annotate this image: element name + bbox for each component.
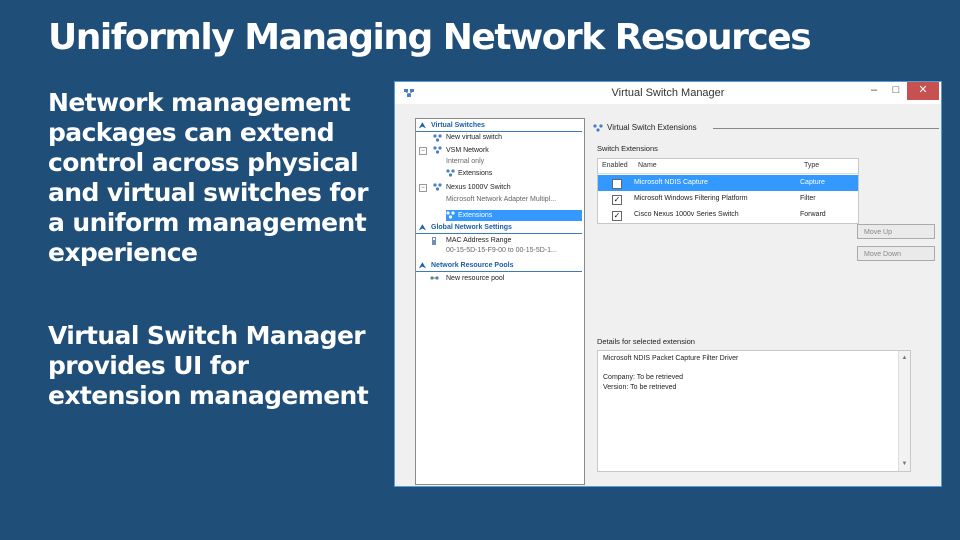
extension-type: Forward — [800, 211, 826, 218]
move-up-button[interactable]: Move Up — [857, 224, 935, 239]
network-adapter-icon — [432, 237, 436, 245]
switch-extensions-label: Switch Extensions — [597, 144, 658, 153]
virtual-switches-section[interactable]: ⮝ Virtual Switches — [416, 121, 582, 132]
scroll-up-arrow-icon[interactable]: ▲ — [899, 353, 910, 363]
extension-icon — [446, 169, 455, 177]
enabled-checkbox[interactable]: ✓ — [612, 195, 622, 205]
extension-type: Filter — [800, 195, 816, 202]
details-version: Version: To be retrieved — [603, 384, 677, 391]
expand-toggle-icon[interactable]: − — [419, 184, 427, 192]
panel-header: Virtual Switch Extensions — [607, 123, 697, 132]
extensions-table: Enabled Name Type Microsoft NDIS Capture… — [597, 158, 859, 224]
header-divider — [713, 128, 939, 129]
enabled-checkbox[interactable] — [612, 179, 622, 189]
tree-mac-range-value: 00-15-5D-15-F9-00 to 00-15-5D-1... — [446, 247, 557, 254]
tree-vsm-extensions[interactable]: Extensions — [458, 169, 492, 178]
switch-icon — [433, 134, 442, 142]
tree-new-virtual-switch[interactable]: New virtual switch — [446, 133, 502, 142]
details-company: Company: To be retrieved — [603, 374, 684, 381]
enabled-checkbox[interactable]: ✓ — [612, 211, 622, 221]
bullet-virtual-switch-manager: Virtual Switch Manager provides UI for e… — [48, 321, 369, 410]
column-type[interactable]: Type — [804, 159, 819, 173]
network-resource-pools-section[interactable]: ⮝ Network Resource Pools — [416, 261, 582, 272]
collapse-arrow-icon: ⮝ — [419, 121, 426, 130]
slide-title: Uniformly Managing Network Resources — [48, 17, 812, 58]
extension-type: Capture — [800, 179, 825, 186]
table-row[interactable]: Microsoft NDIS Capture Capture — [598, 175, 858, 191]
bullet-network-management: Network management packages can extend c… — [48, 88, 369, 267]
global-network-settings-section[interactable]: ⮝ Global Network Settings — [416, 223, 582, 234]
extensions-table-header: Enabled Name Type — [598, 159, 858, 174]
maximize-button[interactable]: □ — [885, 82, 907, 100]
collapse-arrow-icon: ⮝ — [419, 261, 426, 270]
tree-new-resource-pool[interactable]: New resource pool — [446, 274, 504, 283]
table-row[interactable]: ✓ Microsoft Windows Filtering Platform F… — [598, 191, 858, 207]
extension-name: Microsoft Windows Filtering Platform — [634, 195, 748, 202]
extension-name: Microsoft NDIS Capture — [634, 179, 708, 186]
switch-icon — [433, 183, 442, 191]
tree-mac-address-range[interactable]: MAC Address Range — [446, 236, 511, 245]
window-title: Virtual Switch Manager — [611, 87, 725, 99]
column-name[interactable]: Name — [638, 159, 657, 173]
navigation-tree: ⮝ Virtual Switches New virtual switch − … — [415, 118, 585, 485]
expand-toggle-icon[interactable]: − — [419, 147, 427, 155]
extensions-panel: Virtual Switch Extensions Switch Extensi… — [589, 118, 941, 486]
minimize-button[interactable]: – — [863, 82, 885, 100]
scroll-down-arrow-icon[interactable]: ▼ — [899, 459, 910, 469]
tree-nexus-switch[interactable]: Nexus 1000V Switch — [446, 183, 511, 192]
resource-pool-icon — [430, 276, 439, 280]
table-row[interactable]: ✓ Cisco Nexus 1000v Series Switch Forwar… — [598, 207, 858, 223]
tree-internal-only: Internal only — [446, 158, 485, 165]
details-label: Details for selected extension — [597, 337, 695, 346]
close-button[interactable]: ✕ — [907, 82, 939, 100]
tree-adapter: Microsoft Network Adapter Multipl... — [446, 196, 557, 203]
switch-icon — [593, 124, 603, 132]
virtual-switch-manager-window: Virtual Switch Manager – □ ✕ ⮝ Virtual S… — [394, 81, 942, 487]
extension-name: Cisco Nexus 1000v Series Switch — [634, 211, 739, 218]
extension-icon — [446, 211, 455, 219]
details-textbox[interactable]: Microsoft NDIS Packet Capture Filter Dri… — [597, 350, 911, 472]
details-driver-name: Microsoft NDIS Packet Capture Filter Dri… — [603, 355, 739, 362]
tree-nexus-extensions[interactable]: Extensions — [458, 211, 492, 220]
tree-vsm-network[interactable]: VSM Network — [446, 146, 489, 155]
window-titlebar[interactable]: Virtual Switch Manager – □ ✕ — [395, 82, 941, 104]
switch-icon — [433, 146, 442, 154]
move-down-button[interactable]: Move Down — [857, 246, 935, 261]
column-enabled[interactable]: Enabled — [602, 159, 628, 173]
details-scrollbar[interactable]: ▲ ▼ — [898, 351, 910, 471]
collapse-arrow-icon: ⮝ — [419, 223, 426, 232]
